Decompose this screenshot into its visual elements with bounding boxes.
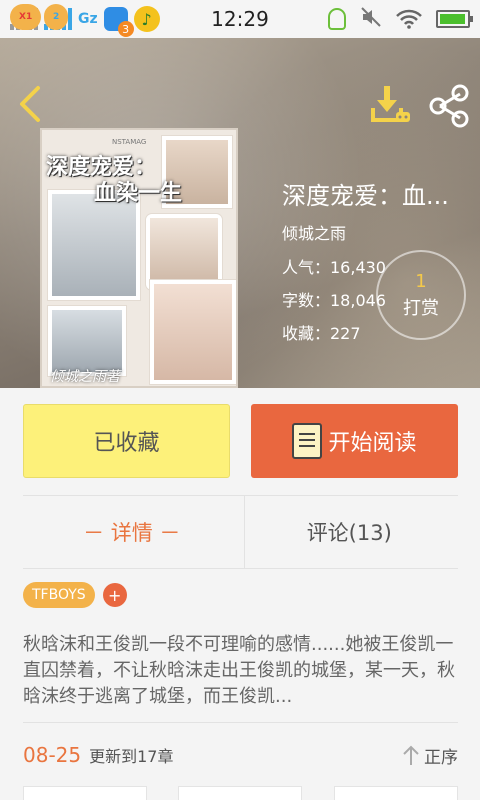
tip-button[interactable]: 1 打赏 <box>376 250 466 340</box>
book-author: 倾城之雨 <box>282 224 347 243</box>
cover-title-line2: 血染一生 <box>94 180 183 207</box>
battery-fill <box>440 14 465 24</box>
battery-icon <box>436 10 473 28</box>
share-icon <box>429 84 469 128</box>
signal-icon: 2 <box>44 4 72 30</box>
add-tag-button[interactable]: + <box>102 583 127 607</box>
collected-label: 已收藏 <box>93 431 160 456</box>
tab-comments[interactable]: 评论(13) <box>241 496 459 568</box>
app-notification-icon: 3 <box>103 7 134 37</box>
wifi-icon <box>396 9 422 29</box>
tag-row: TFBOYS + <box>23 582 127 608</box>
sort-order-button[interactable]: 正序 <box>402 743 458 768</box>
book-icon <box>292 423 323 459</box>
book-title: 深度宠爱：血... <box>282 182 449 210</box>
arrow-up-icon <box>403 745 419 765</box>
back-button[interactable] <box>14 84 44 124</box>
start-reading-button[interactable]: 开始阅读 <box>251 404 458 478</box>
book-description[interactable]: 秋晗沫和王俊凯一段不可理喻的感情......她被王俊凯一直囚禁着，不让秋晗沫走出… <box>23 632 458 710</box>
divider <box>23 722 458 723</box>
cover-brand: NSTAMAG <box>112 138 147 146</box>
cover-title-line1: 深度宠爱： <box>46 154 157 180</box>
back-chevron-icon <box>20 86 40 122</box>
chapter-card[interactable] <box>23 786 147 800</box>
collected-button[interactable]: 已收藏 <box>23 404 230 478</box>
book-word-count: 字数：18,046 <box>282 291 386 310</box>
signal-icon: X1 <box>10 4 42 30</box>
download-icon <box>371 86 410 122</box>
tab-details[interactable]: － 详情 － <box>23 496 241 568</box>
chapter-card[interactable] <box>334 786 458 800</box>
sim2-tag: 2 <box>44 4 69 30</box>
cover-title: 深度宠爱： 血染一生 <box>46 154 196 207</box>
book-popularity: 人气：16,430 <box>282 258 386 277</box>
book-cover[interactable]: NSTAMAG 深度宠爱： 血染一生 倾城之雨著 <box>40 128 238 388</box>
cover-author: 倾城之雨著 <box>50 369 120 385</box>
share-button[interactable] <box>428 84 472 128</box>
tip-count: 1 <box>415 270 427 292</box>
bulb-icon <box>328 8 346 30</box>
tab-bar: － 详情 － 评论(13) <box>23 496 458 568</box>
divider <box>23 568 458 569</box>
network-label: Gz <box>78 11 98 27</box>
tag-tfboys[interactable]: TFBOYS <box>23 582 95 608</box>
chapter-card[interactable] <box>178 786 302 800</box>
chapter-list-peek <box>0 786 480 800</box>
mute-icon <box>360 6 382 33</box>
tab-separator <box>244 496 245 568</box>
sort-label: 正序 <box>424 747 458 768</box>
update-row: 08-25 更新到17章 正序 <box>23 738 458 772</box>
update-text: 更新到17章 <box>89 747 174 766</box>
status-bar: X1 2 Gz 3 ♪ 12:29 <box>0 0 480 38</box>
update-date: 08-25 <box>23 743 82 767</box>
book-favorites: 收藏：227 <box>282 324 361 343</box>
book-header: NSTAMAG 深度宠爱： 血染一生 倾城之雨著 深度宠爱：血... 倾城之雨 … <box>0 38 480 388</box>
sim1-tag: X1 <box>10 4 42 30</box>
music-icon: ♪ <box>133 6 160 32</box>
notification-count: 3 <box>117 21 134 37</box>
download-button[interactable] <box>370 84 412 124</box>
tip-label: 打赏 <box>403 297 439 319</box>
start-reading-label: 开始阅读 <box>328 431 417 456</box>
